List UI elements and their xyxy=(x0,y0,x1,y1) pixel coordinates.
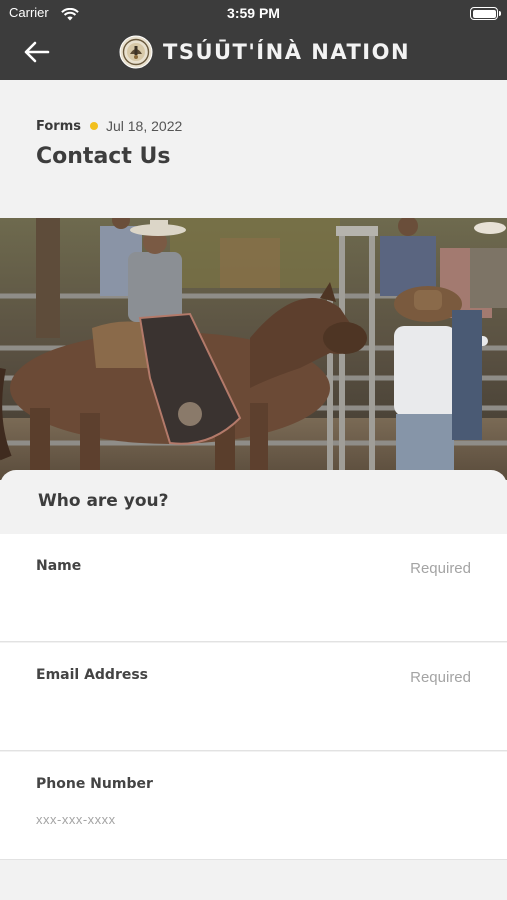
brand-logo: TSÚŪT'ÍNÀ NATION xyxy=(119,35,410,69)
battery-icon xyxy=(470,7,501,20)
nav-bar: TSÚŪT'ÍNÀ NATION xyxy=(0,26,507,80)
phone-field[interactable]: Phone Number xxx-xxx-xxxx xyxy=(0,752,507,860)
hero-image xyxy=(0,218,507,480)
post-category[interactable]: Forms xyxy=(36,119,81,134)
name-label: Name xyxy=(36,558,82,574)
name-required-hint: Required xyxy=(410,560,471,577)
name-field[interactable]: Name Required xyxy=(0,534,507,642)
post-date: Jul 18, 2022 xyxy=(105,118,183,134)
separator-dot xyxy=(89,122,98,130)
phone-label: Phone Number xyxy=(36,776,153,792)
email-label: Email Address xyxy=(36,667,149,683)
section-title: Who are you? xyxy=(38,491,169,511)
brand-title: TSÚŪT'ÍNÀ NATION xyxy=(163,40,411,64)
email-field[interactable]: Email Address Required xyxy=(0,643,507,751)
back-button[interactable] xyxy=(20,38,52,66)
nation-seal-icon xyxy=(119,35,153,69)
post-header: Forms Jul 18, 2022 Contact Us xyxy=(0,80,507,218)
back-arrow-icon xyxy=(24,41,50,63)
post-meta: Forms Jul 18, 2022 xyxy=(36,118,182,134)
email-required-hint: Required xyxy=(410,669,471,686)
phone-placeholder: xxx-xxx-xxxx xyxy=(36,812,116,827)
page-title: Contact Us xyxy=(36,144,171,169)
clock: 3:59 PM xyxy=(227,5,280,21)
status-bar: Carrier 3:59 PM xyxy=(0,0,507,26)
